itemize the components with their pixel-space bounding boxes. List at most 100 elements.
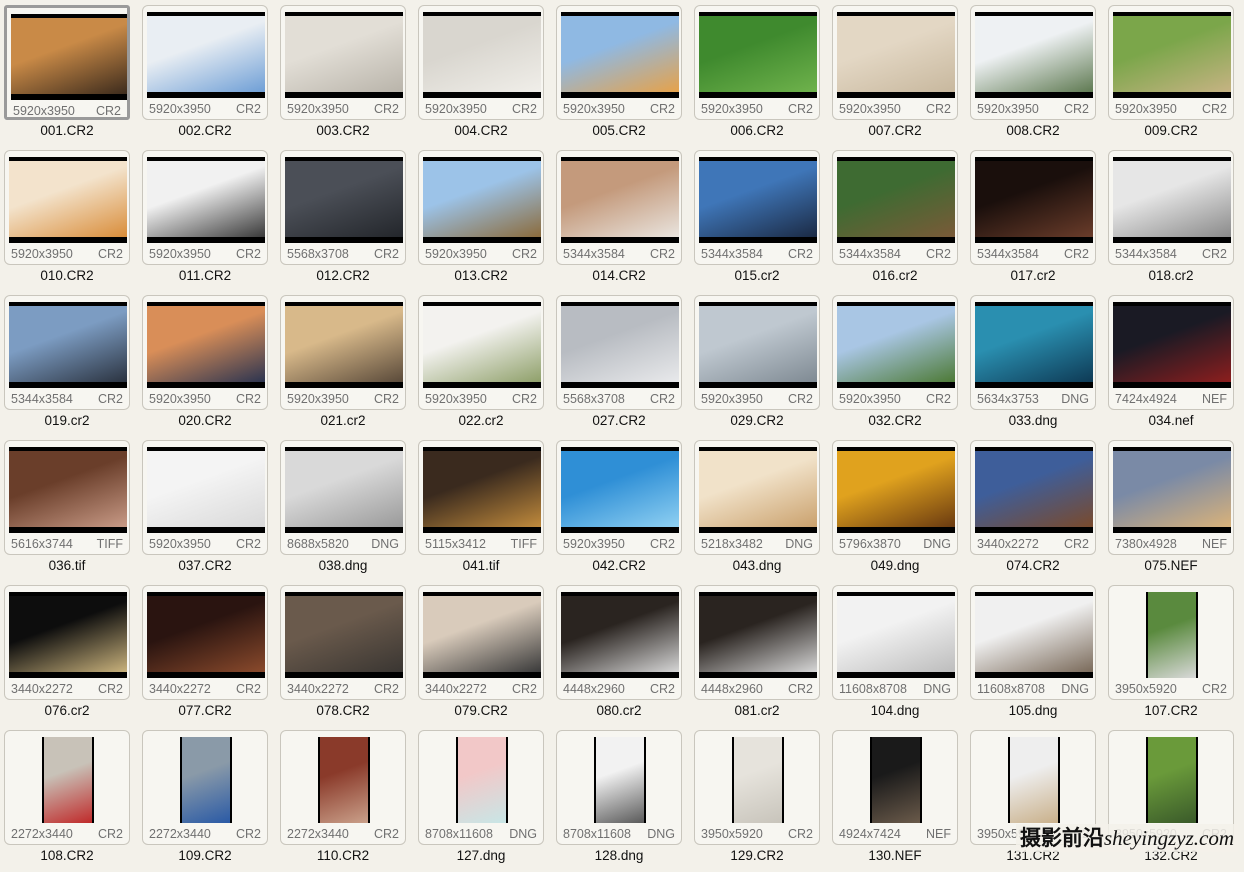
file-thumbnail-item[interactable]: 5616x3744 TIFF 036.tif <box>2 437 132 582</box>
thumbnail-frame[interactable]: 5568x3708 CR2 <box>280 150 406 265</box>
thumbnail-frame[interactable]: 5920x3950 CR2 <box>418 295 544 410</box>
thumbnail-frame[interactable]: 5920x3950 CR2 <box>142 440 268 555</box>
file-thumbnail-item[interactable]: 5568x3708 CR2 012.CR2 <box>278 147 408 292</box>
file-thumbnail-item[interactable]: 5344x3584 CR2 017.cr2 <box>968 147 1098 292</box>
thumbnail-frame[interactable]: 5920x3950 CR2 <box>142 150 268 265</box>
file-name-label[interactable]: 104.dng <box>830 703 960 719</box>
file-name-label[interactable]: 043.dng <box>692 558 822 574</box>
file-name-label[interactable]: 004.CR2 <box>416 123 546 139</box>
image-preview[interactable] <box>285 447 403 533</box>
file-name-label[interactable]: 033.dng <box>968 413 1098 429</box>
file-thumbnail-item[interactable]: 5920x3950 CR2 032.CR2 <box>830 292 960 437</box>
file-name-label[interactable]: 034.nef <box>1106 413 1236 429</box>
file-name-label[interactable]: 081.cr2 <box>692 703 822 719</box>
file-name-label[interactable]: 002.CR2 <box>140 123 270 139</box>
file-thumbnail-item[interactable]: 5920x3950 CR2 010.CR2 <box>2 147 132 292</box>
file-name-label[interactable]: 109.CR2 <box>140 848 270 864</box>
file-name-label[interactable]: 029.CR2 <box>692 413 822 429</box>
file-name-label[interactable]: 005.CR2 <box>554 123 684 139</box>
thumbnail-frame[interactable]: 2272x3440 CR2 <box>4 730 130 845</box>
file-thumbnail-item[interactable]: 5920x3950 CR2 022.cr2 <box>416 292 546 437</box>
thumbnail-frame[interactable]: 5344x3584 CR2 <box>970 150 1096 265</box>
file-thumbnail-item[interactable]: 5568x3708 CR2 027.CR2 <box>554 292 684 437</box>
file-name-label[interactable]: 076.cr2 <box>2 703 132 719</box>
image-preview[interactable] <box>837 447 955 533</box>
file-thumbnail-item[interactable]: 5920x3950 CR2 013.CR2 <box>416 147 546 292</box>
file-thumbnail-item[interactable]: 5634x3753 DNG 033.dng <box>968 292 1098 437</box>
image-preview[interactable] <box>699 12 817 98</box>
thumbnail-frame[interactable]: 5920x3950 CR2 <box>280 5 406 120</box>
file-name-label[interactable]: 021.cr2 <box>278 413 408 429</box>
file-thumbnail-item[interactable]: 5920x3950 CR2 003.CR2 <box>278 2 408 147</box>
image-preview[interactable] <box>975 157 1093 243</box>
thumbnail-frame[interactable]: 4448x2960 CR2 <box>694 585 820 700</box>
file-thumbnail-item[interactable]: 5920x3950 CR2 005.CR2 <box>554 2 684 147</box>
file-thumbnail-item[interactable]: 2272x3440 CR2 109.CR2 <box>140 727 270 872</box>
file-thumbnail-item[interactable]: 5920x3950 CR2 004.CR2 <box>416 2 546 147</box>
thumbnail-frame[interactable]: 5920x3950 CR2 <box>832 5 958 120</box>
file-name-label[interactable]: 049.dng <box>830 558 960 574</box>
file-name-label[interactable]: 015.cr2 <box>692 268 822 284</box>
thumbnail-frame[interactable]: 5920x3950 CR2 <box>4 150 130 265</box>
file-name-label[interactable]: 001.CR2 <box>2 123 132 139</box>
file-name-label[interactable]: 013.CR2 <box>416 268 546 284</box>
image-preview[interactable] <box>9 302 127 388</box>
thumbnail-frame[interactable]: 5920x3950 CR2 <box>1108 5 1234 120</box>
file-name-label[interactable]: 075.NEF <box>1106 558 1236 574</box>
thumbnail-frame[interactable]: 5920x3950 CR2 <box>280 295 406 410</box>
thumbnail-frame[interactable]: 5616x3744 TIFF <box>4 440 130 555</box>
file-name-label[interactable]: 027.CR2 <box>554 413 684 429</box>
file-thumbnail-item[interactable]: 3440x2272 CR2 074.CR2 <box>968 437 1098 582</box>
thumbnail-frame[interactable]: 8708x11608 DNG <box>556 730 682 845</box>
file-name-label[interactable]: 007.CR2 <box>830 123 960 139</box>
image-preview[interactable] <box>423 157 541 243</box>
file-name-label[interactable]: 036.tif <box>2 558 132 574</box>
image-preview[interactable] <box>699 447 817 533</box>
image-preview[interactable] <box>1008 737 1060 823</box>
thumbnail-frame[interactable]: 11608x8708 DNG <box>970 585 1096 700</box>
image-preview[interactable] <box>423 447 541 533</box>
file-thumbnail-item[interactable]: 5796x3870 DNG 049.dng <box>830 437 960 582</box>
file-thumbnail-item[interactable]: 3440x2272 CR2 077.CR2 <box>140 582 270 727</box>
file-thumbnail-item[interactable]: 4924x7424 NEF 130.NEF <box>830 727 960 872</box>
image-preview[interactable] <box>975 592 1093 678</box>
image-preview[interactable] <box>1113 302 1231 388</box>
image-preview[interactable] <box>561 447 679 533</box>
file-thumbnail-item[interactable]: 5920x3950 CR2 037.CR2 <box>140 437 270 582</box>
file-thumbnail-item[interactable]: 3950x5920 CR2 129.CR2 <box>692 727 822 872</box>
file-name-label[interactable]: 077.CR2 <box>140 703 270 719</box>
image-preview[interactable] <box>285 592 403 678</box>
file-name-label[interactable]: 108.CR2 <box>2 848 132 864</box>
file-thumbnail-item[interactable]: 3440x2272 CR2 076.cr2 <box>2 582 132 727</box>
thumbnail-frame[interactable]: 5344x3584 CR2 <box>556 150 682 265</box>
thumbnail-frame[interactable]: 5796x3870 DNG <box>832 440 958 555</box>
thumbnail-frame[interactable]: 3440x2272 CR2 <box>4 585 130 700</box>
image-preview[interactable] <box>423 302 541 388</box>
thumbnail-frame[interactable]: 5344x3584 CR2 <box>4 295 130 410</box>
thumbnail-frame[interactable]: 5344x3584 CR2 <box>832 150 958 265</box>
file-thumbnail-item[interactable]: 8708x11608 DNG 128.dng <box>554 727 684 872</box>
image-preview[interactable] <box>147 157 265 243</box>
file-name-label[interactable]: 010.CR2 <box>2 268 132 284</box>
file-name-label[interactable]: 014.CR2 <box>554 268 684 284</box>
image-preview[interactable] <box>1113 157 1231 243</box>
thumbnail-frame[interactable]: 8708x11608 DNG <box>418 730 544 845</box>
image-preview[interactable] <box>870 737 922 823</box>
image-preview[interactable] <box>975 302 1093 388</box>
file-thumbnail-item[interactable]: 5115x3412 TIFF 041.tif <box>416 437 546 582</box>
image-preview[interactable] <box>837 12 955 98</box>
image-preview[interactable] <box>180 737 232 823</box>
file-thumbnail-item[interactable]: 5920x3950 CR2 020.CR2 <box>140 292 270 437</box>
thumbnail-frame[interactable]: 5344x3584 CR2 <box>1108 150 1234 265</box>
file-thumbnail-item[interactable]: 4448x2960 CR2 081.cr2 <box>692 582 822 727</box>
file-thumbnail-item[interactable]: 5920x3950 CR2 001.CR2 <box>2 2 132 147</box>
thumbnail-frame[interactable]: 5920x3950 CR2 <box>418 5 544 120</box>
file-thumbnail-item[interactable]: 8708x11608 DNG 127.dng <box>416 727 546 872</box>
file-name-label[interactable]: 127.dng <box>416 848 546 864</box>
thumbnail-frame[interactable]: 3440x2272 CR2 <box>418 585 544 700</box>
file-name-label[interactable]: 020.CR2 <box>140 413 270 429</box>
image-preview[interactable] <box>285 157 403 243</box>
file-thumbnail-item[interactable]: 5344x3584 CR2 015.cr2 <box>692 147 822 292</box>
image-preview[interactable] <box>147 447 265 533</box>
thumbnail-frame[interactable]: 5920x3950 CR2 <box>556 5 682 120</box>
